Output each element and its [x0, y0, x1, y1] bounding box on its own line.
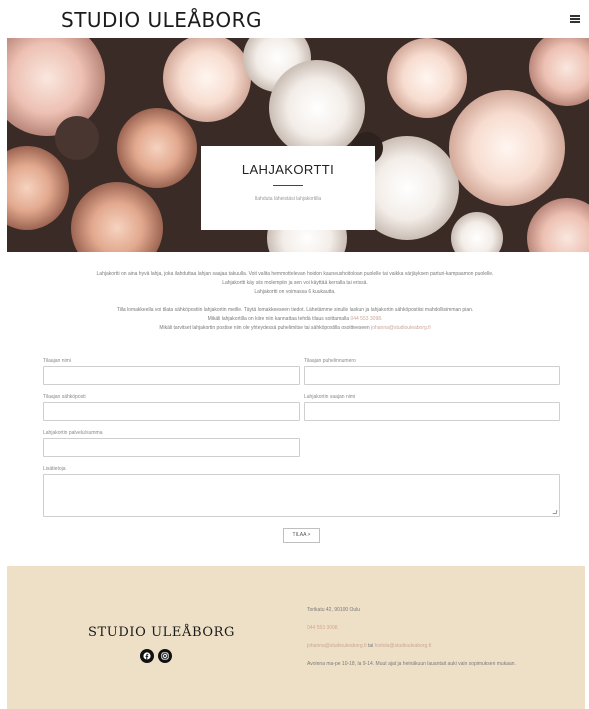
orderer-phone-input[interactable] — [304, 366, 560, 385]
hero-banner: LAHJAKORTTI Ilahduta läheistäsi lahjakor… — [7, 38, 589, 252]
facebook-icon[interactable] — [140, 649, 154, 663]
recipient-name-input[interactable] — [304, 402, 560, 421]
footer-address: Torikatu 42, 90100 Oulu — [307, 607, 361, 613]
hero-subtitle: Ilahduta läheistäsi lahjakortilla — [254, 196, 322, 202]
intro-line: Lahjakortti on aina hyvä lahja, joka ila… — [96, 271, 494, 277]
recipient-name-label: Lahjakortin saajan nimi — [304, 394, 356, 400]
intro-line: Lahjakortti käy siis molempiin ja sen vo… — [222, 280, 368, 286]
title-divider — [273, 185, 303, 186]
intro-line-text: Mikäli lahjakortilla on kiire niin kanna… — [207, 316, 351, 322]
footer-brand[interactable]: STUDIO ULEÅBORG — [88, 625, 235, 640]
orderer-name-label: Tilaajan nimi — [43, 358, 71, 364]
instagram-icon[interactable] — [158, 649, 172, 663]
details-label: Lisätietoja — [43, 466, 66, 472]
brand-logo[interactable]: STUDIO ULEÅBORG — [61, 8, 262, 32]
phone-link[interactable]: 044 553 3098. — [350, 316, 382, 322]
footer-hours: Avoinna ma-pe 10-18, la 9-14. Muut ajat … — [307, 661, 516, 667]
service-amount-label: Lahjakortin palvelu/summa — [43, 430, 103, 436]
intro-line: Tilla lomakkeella voi tilata sähköpostii… — [116, 307, 474, 313]
resize-handle[interactable] — [552, 510, 558, 514]
footer-phone-link[interactable]: 044 553 3098 — [307, 625, 338, 631]
orderer-email-label: Tilaajan sähköposti — [43, 394, 86, 400]
email-link[interactable]: johanna@studiouleaborg.fi — [371, 325, 431, 331]
intro-text: Lahjakortti on aina hyvä lahja, joka ila… — [40, 270, 550, 333]
orderer-email-input[interactable] — [43, 402, 300, 421]
intro-line-text: Mikäli tarvitset lahjakortin postise nii… — [159, 325, 372, 331]
site-footer: STUDIO ULEÅBORG Torikatu 42, 90100 Oulu … — [7, 566, 585, 709]
footer-email-link[interactable]: hoitola@studiouleaborg.fi — [375, 643, 432, 649]
intro-line: Mikäli tarvitset lahjakortin postise nii… — [40, 324, 550, 333]
footer-email-separator: tai — [366, 643, 375, 649]
hero-card: LAHJAKORTTI Ilahduta läheistäsi lahjakor… — [201, 146, 375, 230]
submit-button[interactable]: TILAA > — [283, 528, 320, 543]
intro-line: Lahjakortti on voimassa 6 kuukautta. — [254, 289, 336, 295]
intro-line: Mikäli lahjakortilla on kiire niin kanna… — [40, 315, 550, 324]
site-header: STUDIO ULEÅBORG — [0, 0, 589, 38]
orderer-name-input[interactable] — [43, 366, 300, 385]
footer-email-link[interactable]: johanna@studiouleaborg.fi — [307, 643, 367, 649]
service-amount-input[interactable] — [43, 438, 300, 457]
details-textarea[interactable] — [43, 474, 560, 517]
page-title: LAHJAKORTTI — [241, 162, 335, 177]
orderer-phone-label: Tilaajan puhelinnumero — [304, 358, 356, 364]
hamburger-icon[interactable] — [570, 15, 580, 23]
footer-emails: johanna@studiouleaborg.fi tai hoitola@st… — [307, 643, 431, 649]
